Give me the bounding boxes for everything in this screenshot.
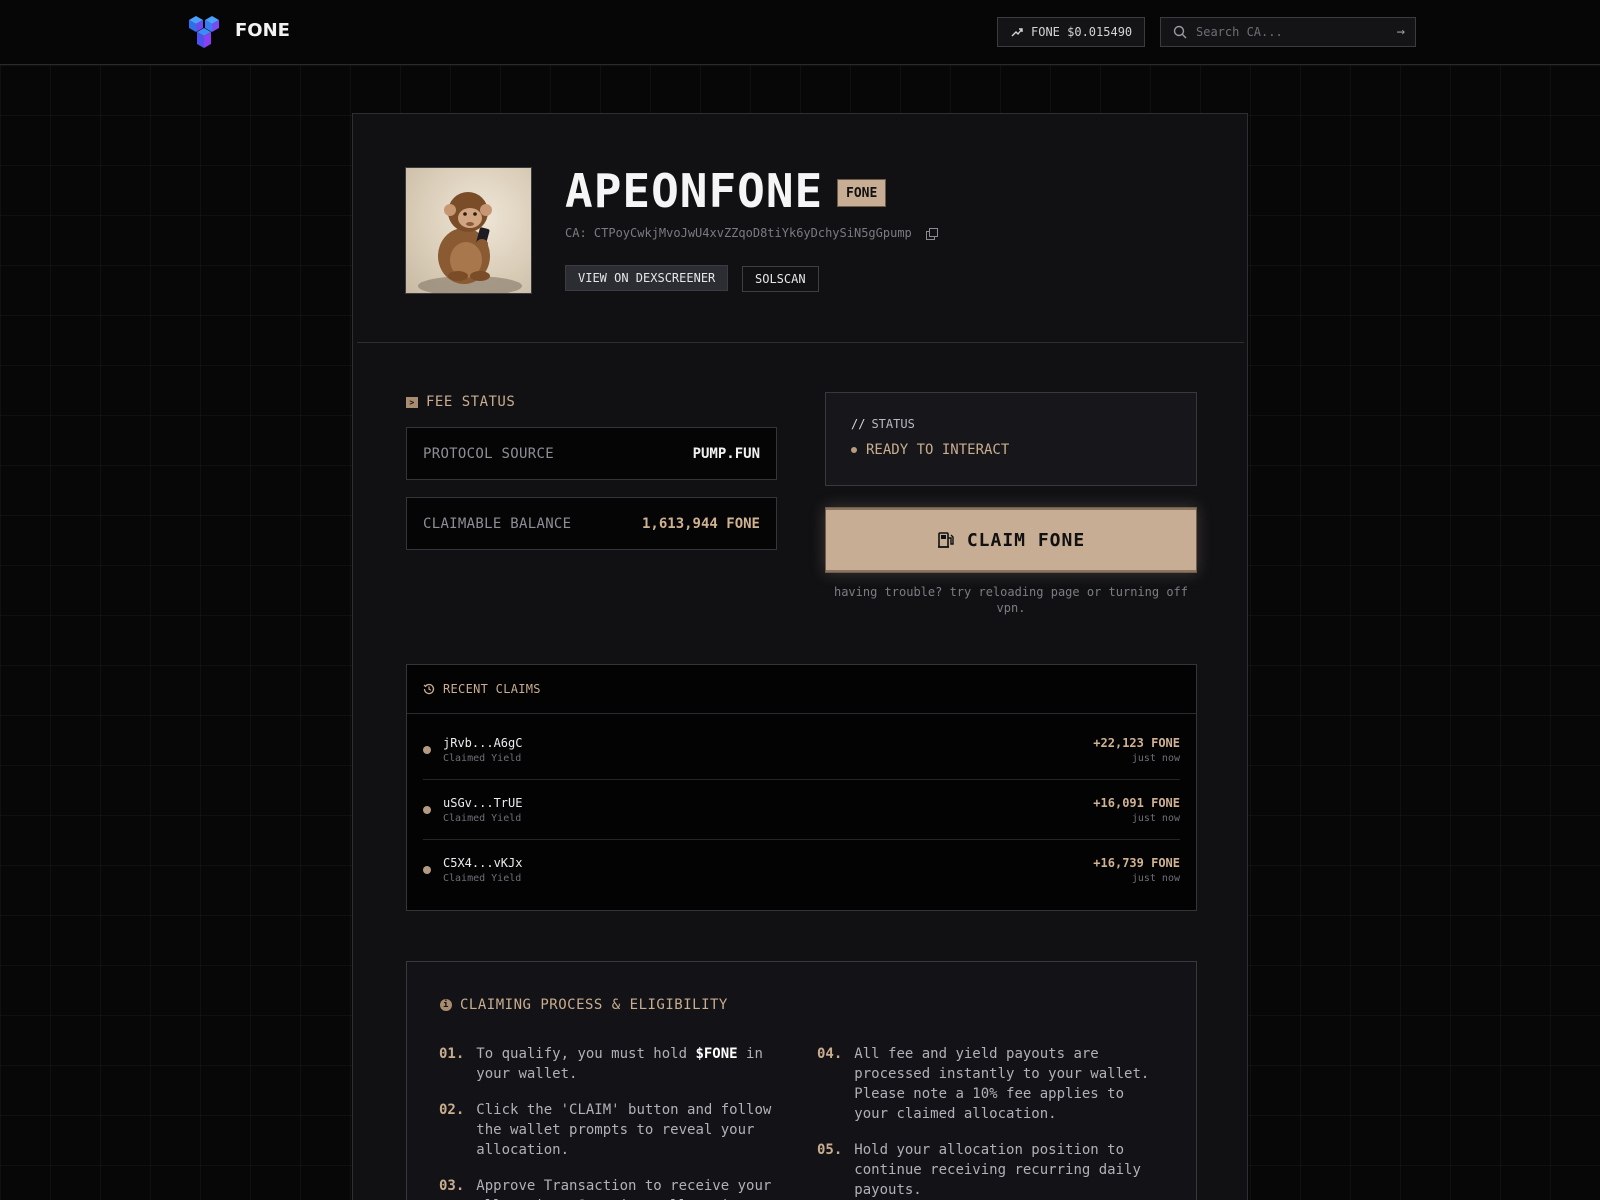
status-heading-text: STATUS [871,417,915,431]
history-icon [423,683,435,695]
token-header: APEONFONE FONE CA: CTPoyCwkjMvoJwU4xvZZq… [353,114,1247,344]
claim-subtitle: Claimed Yield [443,873,522,884]
fee-status-title: FEE STATUS [426,394,516,410]
step-text: To qualify, you must hold $FONE in your … [476,1046,763,1082]
claim-row: jRvb...A6gC Claimed Yield +22,123 FONE j… [423,720,1180,780]
token-highlight: $FONE [695,1046,738,1062]
step-text: All fee and yield payouts are processed … [854,1046,1150,1122]
fuel-pump-icon [937,532,954,548]
search-input[interactable] [1196,25,1388,39]
claim-dot-icon [423,866,431,874]
recent-claims-title: RECENT CLAIMS [443,682,541,696]
status-value: READY TO INTERACT [851,442,1171,458]
step-number: 02. [439,1102,465,1118]
step-number: 05. [817,1142,843,1158]
claim-subtitle: Claimed Yield [443,752,522,764]
status-value-text: READY TO INTERACT [866,442,1010,458]
claim-button-label: CLAIM FONE [966,529,1086,551]
claim-dot-icon [423,805,431,814]
claimable-balance-label: CLAIMABLE BALANCE [423,515,572,532]
claiming-process-title: CLAIMING PROCESS & ELIGIBILITY [460,997,728,1013]
claim-time: just now [1131,752,1180,764]
claim-address: uSGv...TrUE [443,795,523,810]
claim-button[interactable]: CLAIM FONE [825,507,1197,573]
top-bar: FONE FONE $0.015490 → [0,0,1600,65]
search-bar: → [1160,17,1416,47]
price-ticker[interactable]: FONE $0.015490 [997,17,1145,47]
claiming-process-heading: i CLAIMING PROCESS & ELIGIBILITY [440,997,728,1013]
status-dot-icon [851,447,857,453]
step-text: Hold your allocation position to continu… [854,1142,1141,1198]
recent-claims-panel: RECENT CLAIMS jRvb...A6gC Claimed Yield … [406,664,1197,911]
protocol-source-row: PROTOCOL SOURCE PUMP.FUN [406,427,777,480]
header-divider [357,342,1244,343]
step-text: Approve Transaction to receive your allo… [476,1178,772,1200]
view-on-dexscreener-button[interactable]: VIEW ON DEXSCREENER [565,265,729,291]
contract-address-text: CA: CTPoyCwkjMvoJwU4xvZZqoD8tiYk6yDchySi… [565,226,912,240]
step-text: Click the 'CLAIM' button and follow the … [476,1102,772,1158]
recent-claims-heading: RECENT CLAIMS [407,665,1196,714]
search-submit-arrow-icon[interactable]: → [1397,24,1405,40]
monkey-with-phone-image [418,192,522,293]
claiming-process-panel: i CLAIMING PROCESS & ELIGIBILITY 01. To … [406,961,1197,1200]
status-heading: // STATUS [851,417,1171,431]
step-number: 01. [439,1046,465,1062]
claim-address: jRvb...A6gC [443,735,523,750]
process-step: 02. Click the 'CLAIM' button and follow … [439,1100,776,1160]
terminal-icon: > [406,396,418,408]
claim-dot-icon [423,745,431,754]
claim-address: C5X4...vKJx [443,856,523,870]
token-card: APEONFONE FONE CA: CTPoyCwkjMvoJwU4xvZZq… [352,113,1248,1200]
price-label: FONE $0.015490 [1031,25,1133,39]
protocol-source-label: PROTOCOL SOURCE [423,445,554,462]
token-avatar [405,167,532,294]
claim-time: just now [1131,812,1180,824]
claim-amount: +16,091 FONE [1093,795,1180,810]
protocol-source-value: PUMP.FUN [692,445,760,462]
process-step: 03. Approve Transaction to receive your … [439,1176,776,1200]
solscan-button[interactable]: SOLSCAN [742,266,819,292]
status-panel: // STATUS READY TO INTERACT [825,392,1197,486]
claim-amount: +22,123 FONE [1093,735,1180,750]
trending-up-icon [1011,28,1023,37]
claim-time: just now [1131,873,1180,884]
fee-status-heading: > FEE STATUS [406,394,515,410]
process-step: 05. Hold your allocation position to con… [817,1140,1154,1200]
ticker-badge: FONE [837,179,887,207]
claim-subtitle: Claimed Yield [443,812,522,824]
claimable-balance-row: CLAIMABLE BALANCE 1,613,944 FONE [406,497,777,550]
claimable-balance-value: 1,613,944 FONE [641,515,760,532]
trouble-hint: having trouble? try reloading page or tu… [833,585,1188,615]
claim-row: C5X4...vKJx Claimed Yield +16,739 FONE j… [423,840,1180,900]
step-number: 04. [817,1046,843,1062]
token-name: APEONFONE [565,164,824,218]
step-number: 03. [439,1178,465,1194]
comment-slash-icon: // [851,417,866,431]
process-step: 01. To qualify, you must hold $FONE in y… [439,1044,776,1084]
claim-amount: +16,739 FONE [1093,856,1180,870]
claim-row: uSGv...TrUE Claimed Yield +16,091 FONE j… [423,780,1180,840]
copy-icon[interactable] [925,227,938,240]
contract-address: CA: CTPoyCwkjMvoJwU4xvZZqoD8tiYk6yDchySi… [565,226,938,240]
info-icon: i [440,999,452,1011]
process-step: 04. All fee and yield payouts are proces… [817,1044,1154,1124]
logo-icon[interactable] [185,14,223,52]
search-icon [1173,25,1187,39]
brand-name[interactable]: FONE [235,20,290,41]
